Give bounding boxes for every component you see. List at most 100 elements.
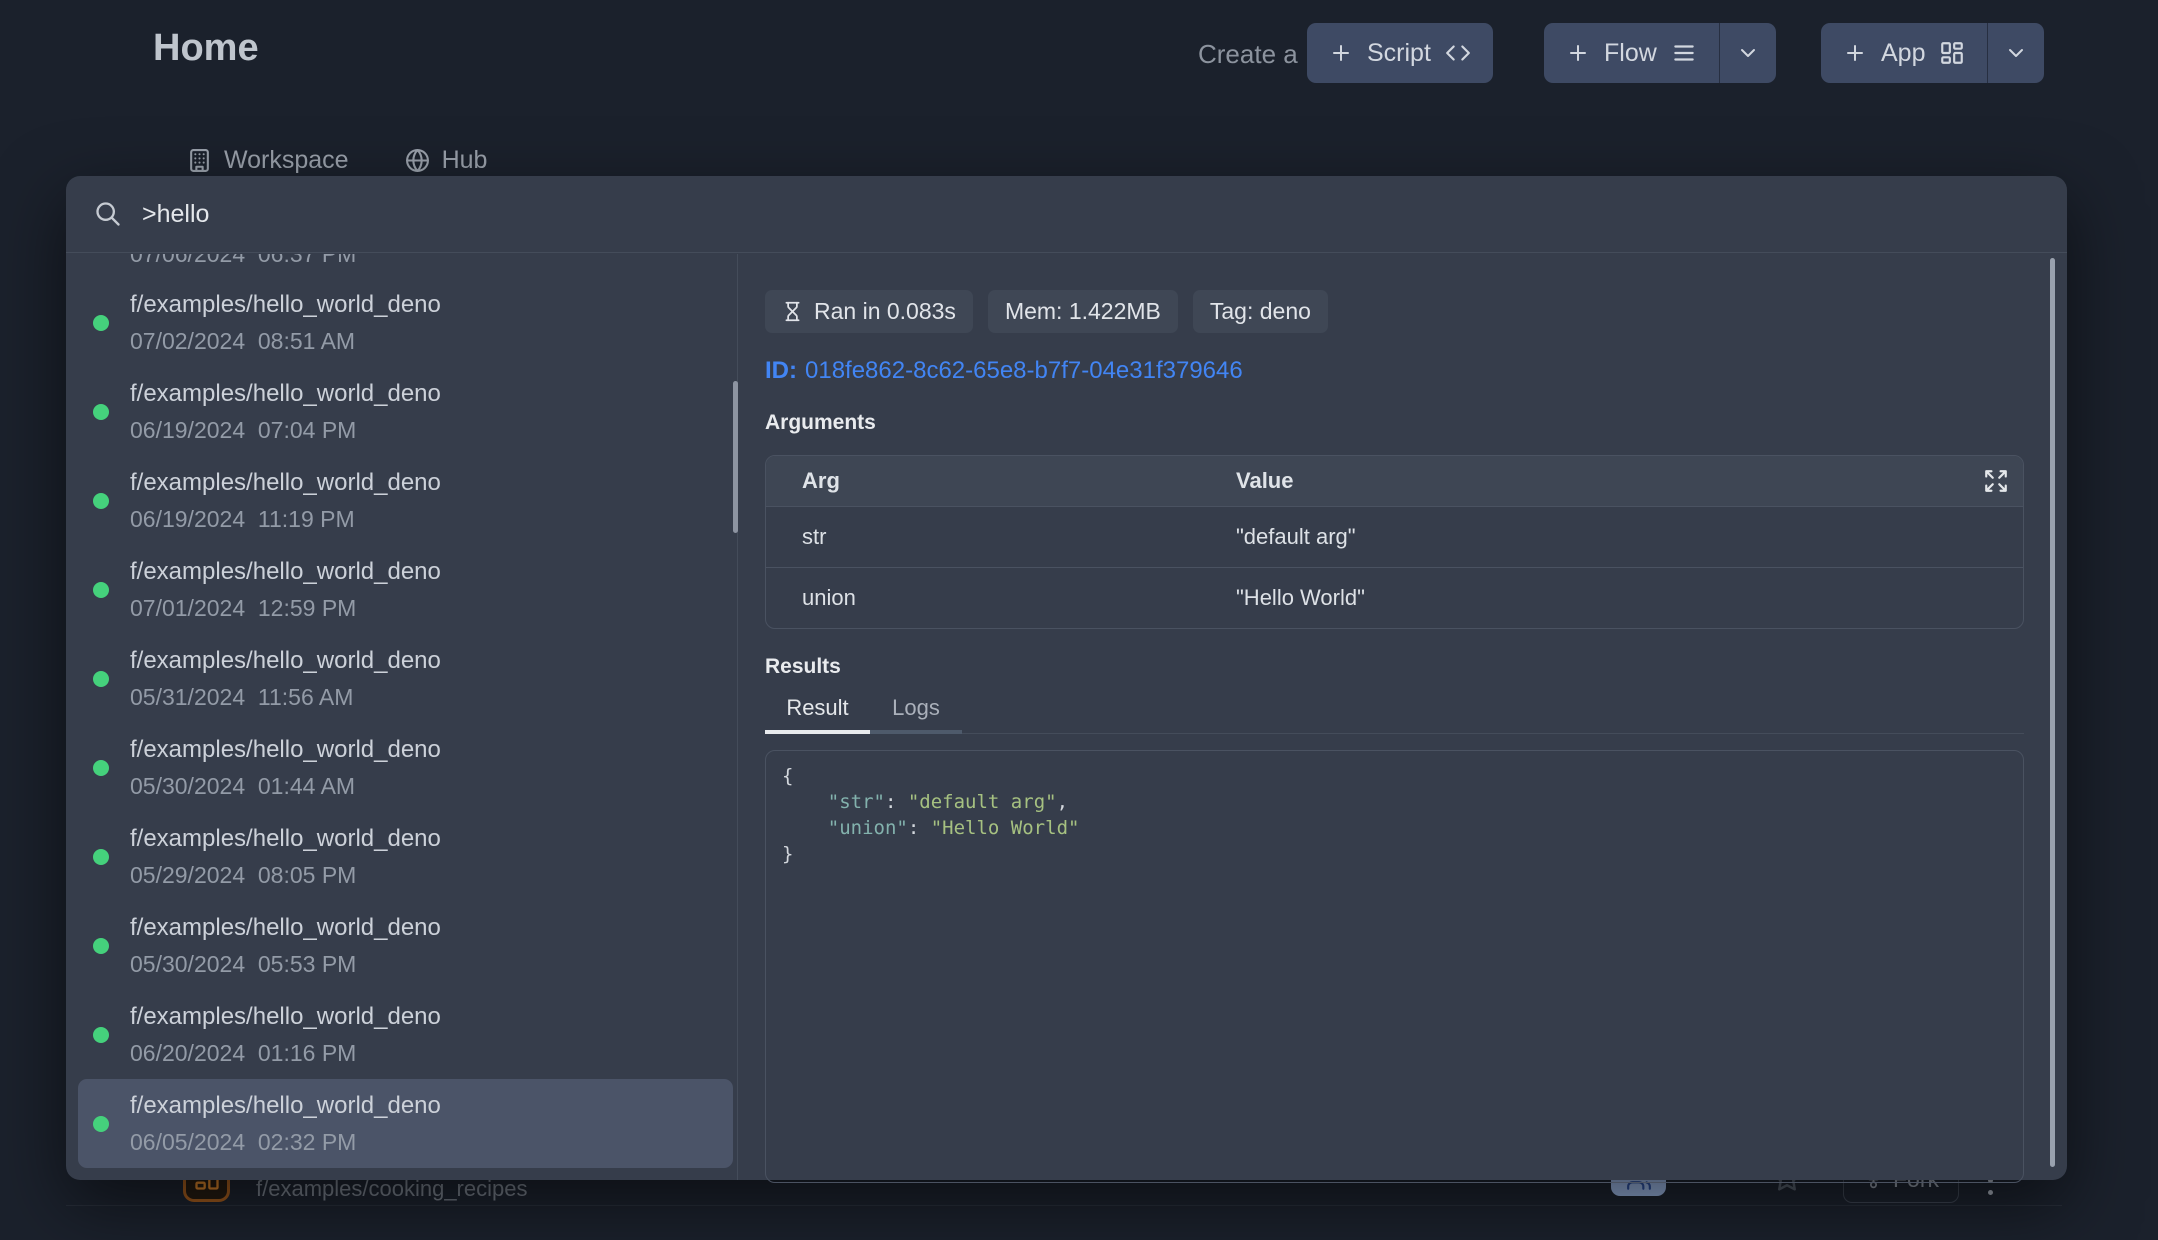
- run-timestamp: 05/31/2024 11:56 AM: [130, 684, 733, 711]
- run-timestamp: 07/06/2024 06:37 PM: [130, 254, 356, 268]
- success-dot-icon: [93, 849, 109, 865]
- run-item-selected[interactable]: f/examples/hello_world_deno 06/05/2024 0…: [78, 1079, 733, 1168]
- run-timestamp: 05/30/2024 01:44 AM: [130, 773, 733, 800]
- duration-badge: Ran in 0.083s: [765, 290, 973, 333]
- run-item[interactable]: f/examples/hello_world_deno 06/19/2024 0…: [78, 367, 733, 456]
- tab-hub[interactable]: Hub: [405, 146, 488, 175]
- hourglass-icon: [782, 301, 803, 322]
- success-dot-icon: [93, 404, 109, 420]
- palette-search-input[interactable]: [142, 200, 2039, 229]
- success-dot-icon: [93, 760, 109, 776]
- run-path: f/examples/hello_world_deno: [130, 736, 733, 764]
- create-app-button[interactable]: App: [1821, 23, 1987, 83]
- duration-label: Ran in 0.083s: [814, 298, 956, 325]
- detail-scrollbar[interactable]: [2050, 258, 2055, 1167]
- run-path: f/examples/hello_world_deno: [130, 1092, 733, 1120]
- run-path: f/examples/hello_world_deno: [130, 380, 733, 408]
- success-dot-icon: [93, 1027, 109, 1043]
- run-timestamp: 06/19/2024 11:19 PM: [130, 506, 733, 533]
- success-dot-icon: [93, 315, 109, 331]
- run-item[interactable]: f/examples/hello_world_deno 07/02/2024 0…: [78, 278, 733, 367]
- command-palette: 07/06/2024 06:37 PM f/examples/hello_wor…: [66, 176, 2067, 1180]
- run-item[interactable]: f/examples/hello_world_deno 06/19/2024 1…: [78, 456, 733, 545]
- run-path: f/examples/hello_world_deno: [130, 1003, 733, 1031]
- run-id-value: 018fe862-8c62-65e8-b7f7-04e31f379646: [805, 357, 1243, 384]
- workspace-hub-tabs: Workspace Hub: [187, 146, 487, 175]
- run-item[interactable]: f/examples/hello_world_deno 05/29/2024 0…: [78, 812, 733, 901]
- plus-icon: [1843, 41, 1867, 65]
- globe-icon: [405, 148, 430, 173]
- run-item-clipped[interactable]: 07/06/2024 06:37 PM: [78, 254, 737, 278]
- run-path: f/examples/hello_world_deno: [130, 469, 733, 497]
- success-dot-icon: [93, 671, 109, 687]
- create-flow-label: Flow: [1604, 39, 1657, 68]
- tab-workspace[interactable]: Workspace: [187, 146, 349, 175]
- arg-value: "Hello World": [1200, 585, 2023, 611]
- run-id-label: ID:: [765, 357, 797, 384]
- row-divider: [66, 1205, 2062, 1206]
- create-a-label: Create a: [1198, 39, 1298, 70]
- chevron-down-icon: [1736, 41, 1760, 65]
- plus-icon: [1329, 41, 1353, 65]
- memory-label: Mem: 1.422MB: [1005, 298, 1161, 325]
- results-tabs: Result Logs: [765, 695, 2024, 734]
- run-item[interactable]: f/examples/hello_world_deno 05/30/2024 0…: [78, 723, 733, 812]
- run-timestamp: 07/01/2024 12:59 PM: [130, 595, 733, 622]
- run-path: f/examples/hello_world_deno: [130, 291, 733, 319]
- result-output-box: { "str": "default arg", "union": "Hello …: [765, 750, 2024, 1183]
- table-row: union "Hello World": [766, 567, 2023, 628]
- run-timestamp: 06/05/2024 02:32 PM: [130, 1129, 733, 1156]
- run-detail-pane: Ran in 0.083s Mem: 1.422MB Tag: deno ID:…: [765, 254, 2024, 1183]
- run-item[interactable]: f/examples/hello_world_deno 06/20/2024 0…: [78, 990, 733, 1079]
- run-timestamp: 06/19/2024 07:04 PM: [130, 417, 733, 444]
- result-json: { "str": "default arg", "union": "Hello …: [782, 763, 2007, 867]
- create-flow-button-group: Flow: [1544, 23, 1776, 83]
- run-path: f/examples/hello_world_deno: [130, 647, 733, 675]
- code-icon: [1445, 40, 1471, 66]
- success-dot-icon: [93, 493, 109, 509]
- tab-result-label: Result: [786, 695, 848, 720]
- tab-logs[interactable]: Logs: [870, 695, 962, 733]
- create-flow-button[interactable]: Flow: [1544, 23, 1719, 83]
- run-id-link[interactable]: ID: 018fe862-8c62-65e8-b7f7-04e31f379646: [765, 357, 2024, 385]
- list-scrollbar[interactable]: [733, 381, 738, 533]
- run-timestamp: 07/02/2024 08:51 AM: [130, 328, 733, 355]
- run-history-list: 07/06/2024 06:37 PM f/examples/hello_wor…: [66, 254, 738, 1180]
- expand-icon[interactable]: [1983, 468, 2009, 494]
- col-header-value: Value: [1200, 468, 2023, 494]
- building-icon: [187, 148, 212, 173]
- arg-name: union: [766, 585, 1200, 611]
- run-item[interactable]: f/examples/hello_world_deno 05/30/2024 0…: [78, 901, 733, 990]
- run-item[interactable]: f/examples/hello_world_deno 07/01/2024 1…: [78, 545, 733, 634]
- plus-icon: [1566, 41, 1590, 65]
- run-timestamp: 05/30/2024 05:53 PM: [130, 951, 733, 978]
- results-heading: Results: [765, 655, 2024, 679]
- arguments-table-header: Arg Value: [766, 456, 2023, 506]
- page-title: Home: [153, 27, 259, 70]
- create-app-dropdown[interactable]: [1987, 23, 2044, 83]
- tag-badge: Tag: deno: [1193, 290, 1328, 333]
- success-dot-icon: [93, 938, 109, 954]
- active-tab-underline: [765, 730, 870, 734]
- run-badges: Ran in 0.083s Mem: 1.422MB Tag: deno: [765, 290, 2024, 333]
- table-row: str "default arg": [766, 506, 2023, 567]
- tab-result[interactable]: Result: [765, 695, 870, 733]
- tab-logs-label: Logs: [892, 695, 940, 720]
- run-timestamp: 05/29/2024 08:05 PM: [130, 862, 733, 889]
- tab-workspace-label: Workspace: [224, 146, 349, 175]
- create-script-button[interactable]: Script: [1307, 23, 1493, 83]
- chevron-down-icon: [2004, 41, 2028, 65]
- run-item[interactable]: f/examples/hello_world_deno 05/31/2024 1…: [78, 634, 733, 723]
- create-app-label: App: [1881, 39, 1925, 68]
- memory-badge: Mem: 1.422MB: [988, 290, 1178, 333]
- inactive-tab-underline: [870, 730, 962, 734]
- dashboard-icon: [1939, 40, 1965, 66]
- run-path: f/examples/hello_world_deno: [130, 914, 733, 942]
- create-flow-dropdown[interactable]: [1719, 23, 1776, 83]
- create-script-label: Script: [1367, 39, 1431, 68]
- run-path: f/examples/hello_world_deno: [130, 558, 733, 586]
- run-timestamp: 06/20/2024 01:16 PM: [130, 1040, 733, 1067]
- run-path: f/examples/hello_world_deno: [130, 825, 733, 853]
- arg-value: "default arg": [1200, 524, 2023, 550]
- arguments-heading: Arguments: [765, 411, 2024, 435]
